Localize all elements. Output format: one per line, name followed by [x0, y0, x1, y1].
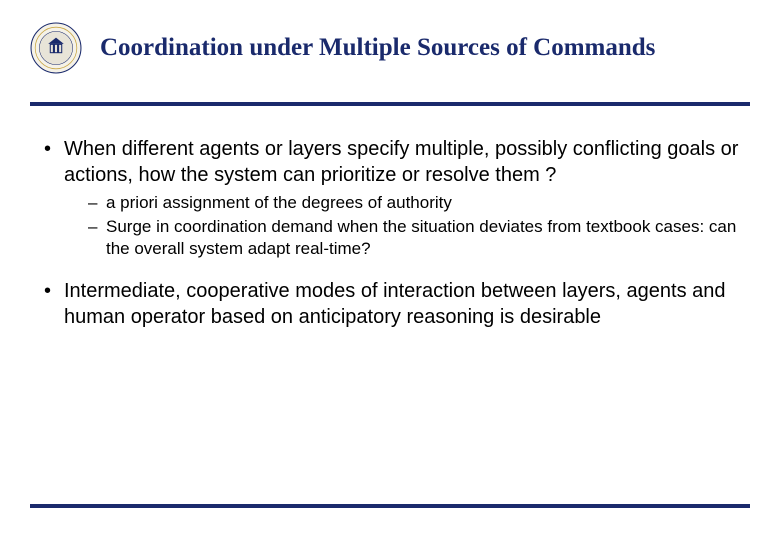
bullet-dot-icon: • — [40, 136, 64, 188]
sub-bullet-item: – Surge in coordination demand when the … — [88, 216, 740, 260]
slide-title: Coordination under Multiple Sources of C… — [100, 34, 655, 62]
bullet-dash-icon: – — [88, 216, 106, 260]
bottom-divider — [30, 504, 750, 508]
bullet-item: • Intermediate, cooperative modes of int… — [40, 278, 740, 330]
sub-bullet-text: Surge in coordination demand when the si… — [106, 216, 740, 260]
bullet-item: • When different agents or layers specif… — [40, 136, 740, 188]
sub-bullet-text: a priori assignment of the degrees of au… — [106, 192, 452, 214]
sub-bullet-item: – a priori assignment of the degrees of … — [88, 192, 740, 214]
institution-seal-icon — [30, 22, 82, 74]
slide-content: • When different agents or layers specif… — [0, 106, 780, 330]
bullet-text: When different agents or layers specify … — [64, 136, 740, 188]
bullet-text: Intermediate, cooperative modes of inter… — [64, 278, 740, 330]
slide-header: Coordination under Multiple Sources of C… — [0, 0, 780, 84]
sub-list: – a priori assignment of the degrees of … — [40, 192, 740, 260]
bullet-dash-icon: – — [88, 192, 106, 214]
bullet-dot-icon: • — [40, 278, 64, 330]
